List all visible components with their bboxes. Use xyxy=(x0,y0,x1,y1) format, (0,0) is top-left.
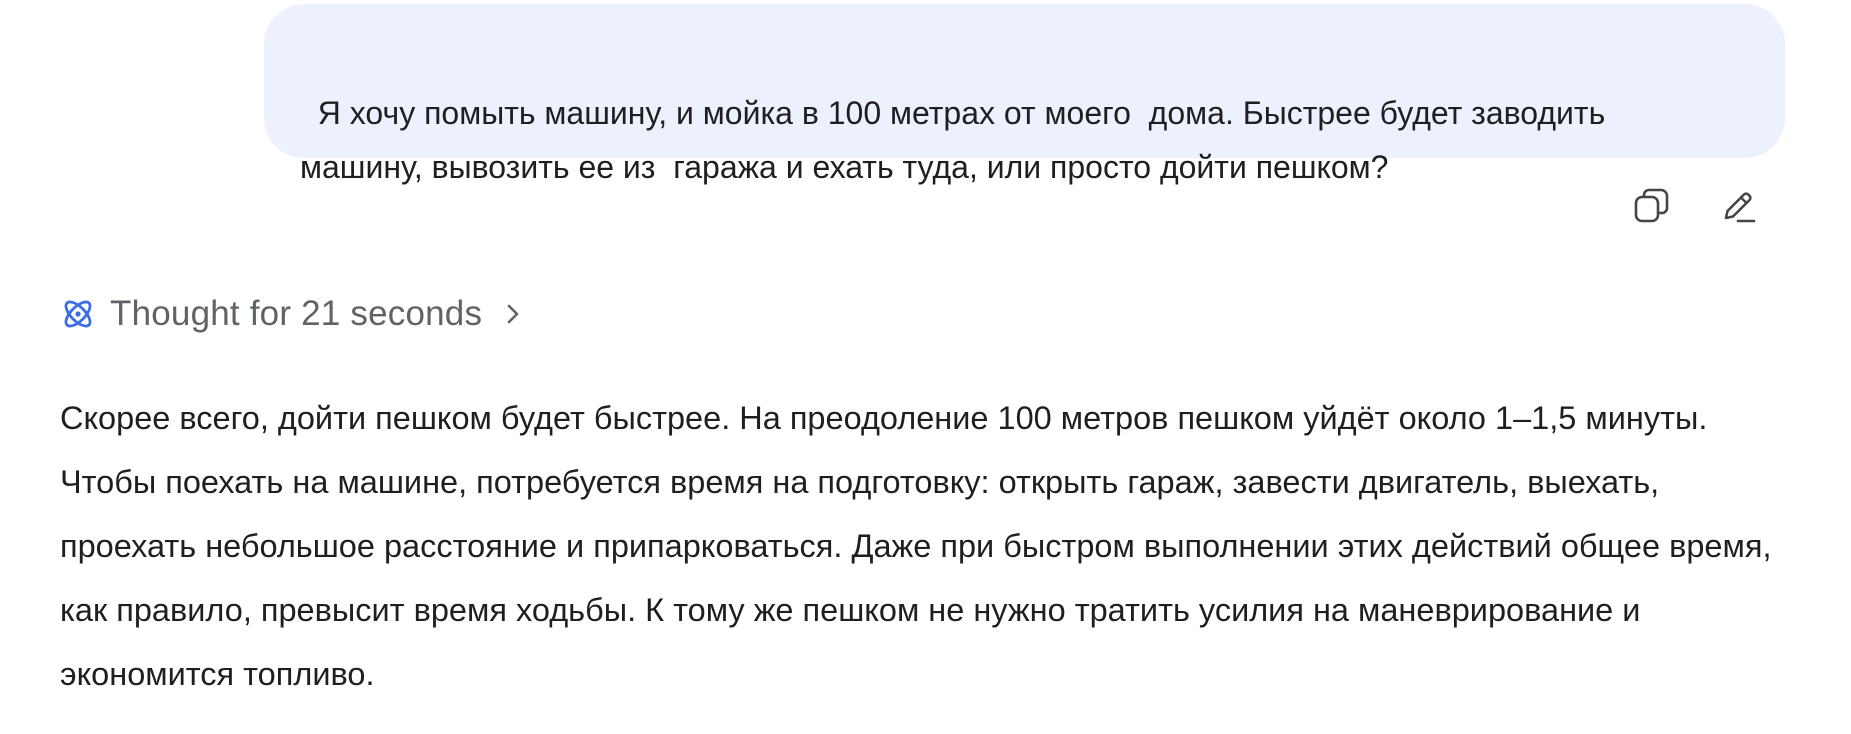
user-message-bubble: Я хочу помыть машину, и мойка в 100 метр… xyxy=(264,4,1785,185)
chevron-right-icon xyxy=(507,304,519,324)
user-message-text: Я хочу помыть машину, и мойка в 100 метр… xyxy=(300,95,1615,185)
copy-button[interactable] xyxy=(1630,184,1674,228)
assistant-answer: Скорее всего, дойти пешком будет быстрее… xyxy=(60,400,1772,692)
edit-pencil-icon xyxy=(1724,192,1756,223)
thought-toggle[interactable]: Thought for 21 seconds xyxy=(60,294,526,334)
atom-icon xyxy=(64,300,92,328)
thought-label: Thought for 21 seconds xyxy=(110,294,483,333)
copy-icon xyxy=(1634,188,1669,223)
message-actions xyxy=(1630,184,1760,228)
edit-button[interactable] xyxy=(1716,184,1760,228)
